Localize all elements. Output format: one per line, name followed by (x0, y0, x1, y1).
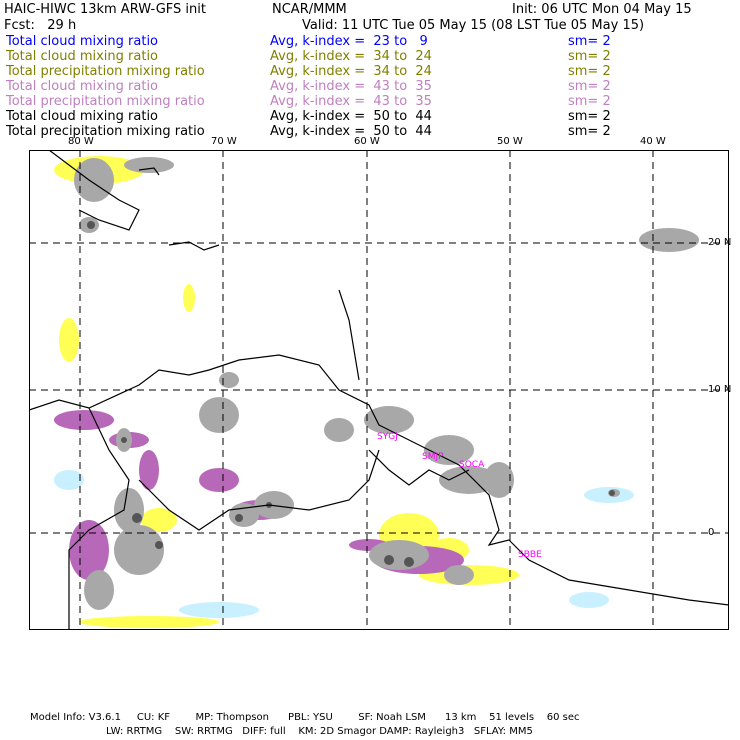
legend-avg: Avg, k-index = 50 to 44 (270, 109, 432, 124)
station-label: SBBE (518, 550, 542, 560)
legend-field: Total cloud mixing ratio (6, 109, 159, 124)
legend-field: Total precipitation mixing ratio (6, 94, 205, 109)
legend-avg: Avg, k-index = 43 to 35 (270, 79, 432, 94)
legend-sm: sm= 2 (568, 49, 611, 64)
station-label: SMJP (422, 452, 444, 462)
init-time: Init: 06 UTC Mon 04 May 15 (512, 2, 692, 17)
map-plot (29, 150, 729, 630)
legend-avg: Avg, k-index = 50 to 44 (270, 124, 432, 139)
legend-sm: sm= 2 (568, 34, 611, 49)
cloud-fields (54, 156, 699, 628)
legend-sm: sm= 2 (568, 79, 611, 94)
forecast-hour: Fcst: 29 h (4, 18, 77, 33)
legend-field: Total precipitation mixing ratio (6, 64, 205, 79)
lon-label: 50 W (497, 136, 523, 147)
legend-field: Total precipitation mixing ratio (6, 124, 205, 139)
legend-sm: sm= 2 (568, 124, 611, 139)
legend-sm: sm= 2 (568, 94, 611, 109)
legend-field: Total cloud mixing ratio (6, 49, 159, 64)
station-label: SOCA (459, 460, 485, 470)
lon-label: 60 W (354, 136, 380, 147)
legend-field: Total cloud mixing ratio (6, 34, 159, 49)
model-info-line2: LW: RRTMG SW: RRTMG DIFF: full KM: 2D Sm… (106, 726, 533, 737)
lon-label: 40 W (640, 136, 666, 147)
model-info-line1: Model Info: V3.6.1 CU: KF MP: Thompson P… (30, 712, 580, 723)
legend-avg: Avg, k-index = 34 to 24 (270, 49, 432, 64)
valid-time: Valid: 11 UTC Tue 05 May 15 (08 LST Tue … (302, 18, 645, 33)
legend-sm: sm= 2 (568, 109, 611, 124)
lon-label: 80 W (68, 136, 94, 147)
plot-page: { "header":{ "title":"HAIC-HIWC 13km ARW… (0, 0, 740, 740)
organization: NCAR/MMM (272, 2, 347, 17)
legend-avg: Avg, k-index = 43 to 35 (270, 94, 432, 109)
legend-sm: sm= 2 (568, 64, 611, 79)
plot-title: HAIC-HIWC 13km ARW-GFS init (4, 2, 206, 17)
station-label: SYGJ (377, 432, 398, 442)
legend-field: Total cloud mixing ratio (6, 79, 159, 94)
lon-label: 70 W (211, 136, 237, 147)
legend-avg: Avg, k-index = 34 to 24 (270, 64, 432, 79)
legend-avg: Avg, k-index = 23 to 9 (270, 34, 428, 49)
